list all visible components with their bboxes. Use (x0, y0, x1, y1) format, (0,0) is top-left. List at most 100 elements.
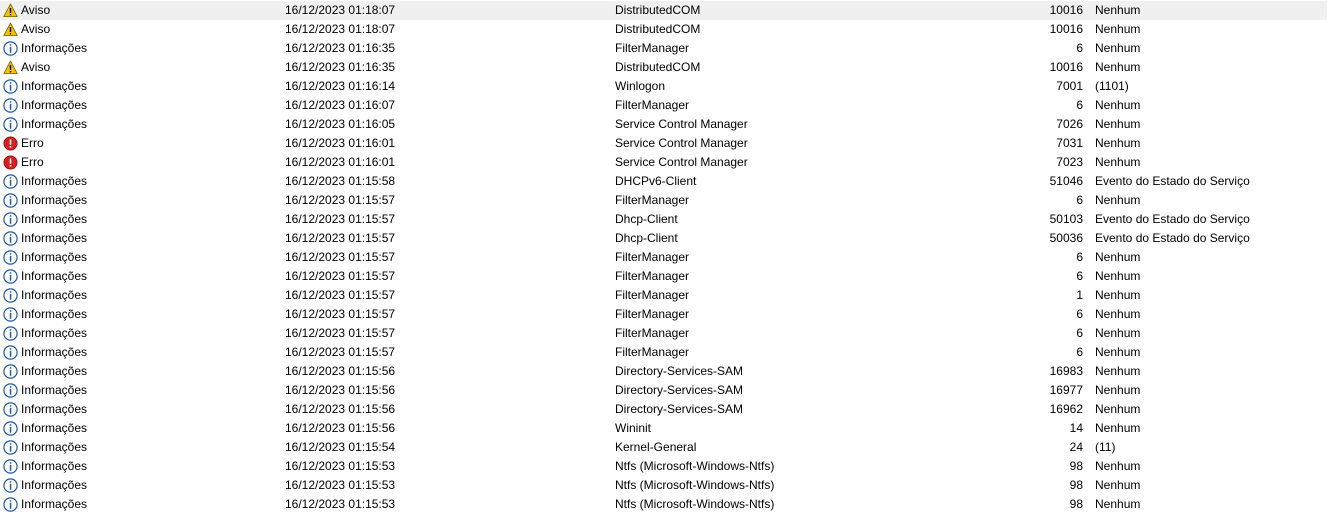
event-date-time: 16/12/2023 01:15:53 (285, 478, 396, 492)
information-icon (3, 79, 18, 94)
event-level-text: Informações (21, 421, 88, 435)
event-task-category: Nenhum (1095, 326, 1141, 340)
event-source: Service Control Manager (615, 155, 748, 169)
event-id: 10016 (1049, 3, 1083, 17)
event-date-time: 16/12/2023 01:15:56 (285, 402, 396, 416)
event-date-time: 16/12/2023 01:15:57 (285, 231, 396, 245)
event-row[interactable]: Informações 16/12/2023 01:15:57 Dhcp-Clien… (0, 210, 1335, 229)
event-date-time: 16/12/2023 01:15:53 (285, 459, 396, 473)
event-level-text: Informações (21, 478, 88, 492)
event-level: Informações (3, 400, 273, 419)
event-id: 98 (1069, 478, 1083, 492)
event-row[interactable]: Informações 16/12/2023 01:15:57 FilterMana… (0, 343, 1335, 362)
information-icon (3, 250, 18, 265)
event-row[interactable]: Erro 16/12/2023 01:16:01 Service Control M… (0, 134, 1335, 153)
error-icon (3, 136, 18, 151)
event-row[interactable]: Aviso 16/12/2023 01:18:07 DistributedCOM 10… (0, 1, 1335, 20)
event-level: Informações (3, 248, 273, 267)
event-id: 98 (1069, 459, 1083, 473)
event-row[interactable]: Aviso 16/12/2023 01:18:07 DistributedCOM 10… (0, 20, 1335, 39)
event-row[interactable]: Informações 16/12/2023 01:15:56 Directory-… (0, 362, 1335, 381)
event-row[interactable]: Informações 16/12/2023 01:15:57 FilterMana… (0, 267, 1335, 286)
event-level: Erro (3, 134, 273, 153)
event-task-category: Nenhum (1095, 288, 1141, 302)
event-level: Informações (3, 305, 273, 324)
event-task-category: Evento do Estado do Serviço (1095, 212, 1250, 226)
event-date-time: 16/12/2023 01:16:07 (285, 98, 396, 112)
event-date-time: 16/12/2023 01:15:57 (285, 345, 396, 359)
event-row[interactable]: Informações 16/12/2023 01:15:57 FilterMana… (0, 191, 1335, 210)
event-level: Informações (3, 324, 273, 343)
event-date-time: 16/12/2023 01:18:07 (285, 22, 396, 36)
event-level: Erro (3, 153, 273, 172)
event-level-text: Informações (21, 459, 88, 473)
event-task-category: Nenhum (1095, 3, 1141, 17)
information-icon (3, 193, 18, 208)
event-row[interactable]: Informações 16/12/2023 01:16:14 Winlogon 70… (0, 77, 1335, 96)
event-level-text: Erro (21, 136, 44, 150)
event-id: 7001 (1056, 79, 1083, 93)
event-id: 6 (1076, 98, 1083, 112)
event-level-text: Informações (21, 231, 88, 245)
event-id: 6 (1076, 345, 1083, 359)
event-row[interactable]: Informações 16/12/2023 01:16:07 FilterMana… (0, 96, 1335, 115)
event-row[interactable]: Informações 16/12/2023 01:15:56 Directory-… (0, 381, 1335, 400)
event-row[interactable]: Informações 16/12/2023 01:16:05 Service Co… (0, 115, 1335, 134)
event-level: Informações (3, 172, 273, 191)
event-task-category: Nenhum (1095, 117, 1141, 131)
warning-icon (3, 3, 18, 18)
event-level-text: Aviso (21, 22, 51, 36)
event-row[interactable]: Informações 16/12/2023 01:15:56 Directory-… (0, 400, 1335, 419)
event-level: Informações (3, 77, 273, 96)
event-id: 1 (1076, 288, 1083, 302)
event-level: Informações (3, 210, 273, 229)
event-row[interactable]: Aviso 16/12/2023 01:16:35 DistributedCOM 10… (0, 58, 1335, 77)
event-date-time: 16/12/2023 01:15:57 (285, 326, 396, 340)
event-task-category: Nenhum (1095, 193, 1141, 207)
event-source: Ntfs (Microsoft-Windows-Ntfs) (615, 459, 775, 473)
event-task-category: Nenhum (1095, 98, 1141, 112)
event-source: FilterManager (615, 41, 690, 55)
event-row[interactable]: Informações 16/12/2023 01:15:53 Ntfs (Micr… (0, 495, 1335, 514)
event-date-time: 16/12/2023 01:15:56 (285, 383, 396, 397)
event-level: Informações (3, 476, 273, 495)
event-task-category: Nenhum (1095, 60, 1141, 74)
event-row[interactable]: Informações 16/12/2023 01:15:53 Ntfs (Micr… (0, 476, 1335, 495)
event-row[interactable]: Informações 16/12/2023 01:15:57 FilterMana… (0, 305, 1335, 324)
event-row[interactable]: Informações 16/12/2023 01:15:57 FilterMana… (0, 248, 1335, 267)
event-row[interactable]: Informações 16/12/2023 01:15:54 Kernel-Gen… (0, 438, 1335, 457)
event-id: 24 (1069, 440, 1083, 454)
event-level-text: Aviso (21, 60, 51, 74)
event-row[interactable]: Informações 16/12/2023 01:15:57 FilterMana… (0, 324, 1335, 343)
event-row[interactable]: Informações 16/12/2023 01:15:56 Wininit 14 N… (0, 419, 1335, 438)
event-level-text: Informações (21, 269, 88, 283)
event-level-text: Erro (21, 155, 44, 169)
information-icon (3, 231, 18, 246)
event-date-time: 16/12/2023 01:15:57 (285, 193, 396, 207)
event-level: Informações (3, 39, 273, 58)
event-task-category: Nenhum (1095, 269, 1141, 283)
event-row[interactable]: Erro 16/12/2023 01:16:01 Service Control M… (0, 153, 1335, 172)
event-level-text: Informações (21, 383, 88, 397)
event-row[interactable]: Informações 16/12/2023 01:15:53 Ntfs (Micr… (0, 457, 1335, 476)
event-row[interactable]: Informações 16/12/2023 01:15:57 Dhcp-Clien… (0, 229, 1335, 248)
information-icon (3, 174, 18, 189)
event-source: FilterManager (615, 345, 690, 359)
event-row[interactable]: Informações 16/12/2023 01:15:57 FilterMana… (0, 286, 1335, 305)
event-row[interactable]: Informações 16/12/2023 01:15:58 DHCPv6-Cli… (0, 172, 1335, 191)
event-source: DistributedCOM (615, 3, 701, 17)
event-level-text: Informações (21, 174, 88, 188)
information-icon (3, 269, 18, 284)
event-date-time: 16/12/2023 01:15:56 (285, 364, 396, 378)
event-source: Directory-Services-SAM (615, 364, 744, 378)
event-task-category: Nenhum (1095, 402, 1141, 416)
event-level-text: Informações (21, 364, 88, 378)
event-id: 16977 (1049, 383, 1083, 397)
event-date-time: 16/12/2023 01:15:57 (285, 288, 396, 302)
event-task-category: Evento do Estado do Serviço (1095, 231, 1250, 245)
event-date-time: 16/12/2023 01:15:56 (285, 421, 396, 435)
event-row[interactable]: Informações 16/12/2023 01:16:35 FilterMana… (0, 39, 1335, 58)
information-icon (3, 117, 18, 132)
event-level-text: Informações (21, 402, 88, 416)
event-level: Informações (3, 457, 273, 476)
